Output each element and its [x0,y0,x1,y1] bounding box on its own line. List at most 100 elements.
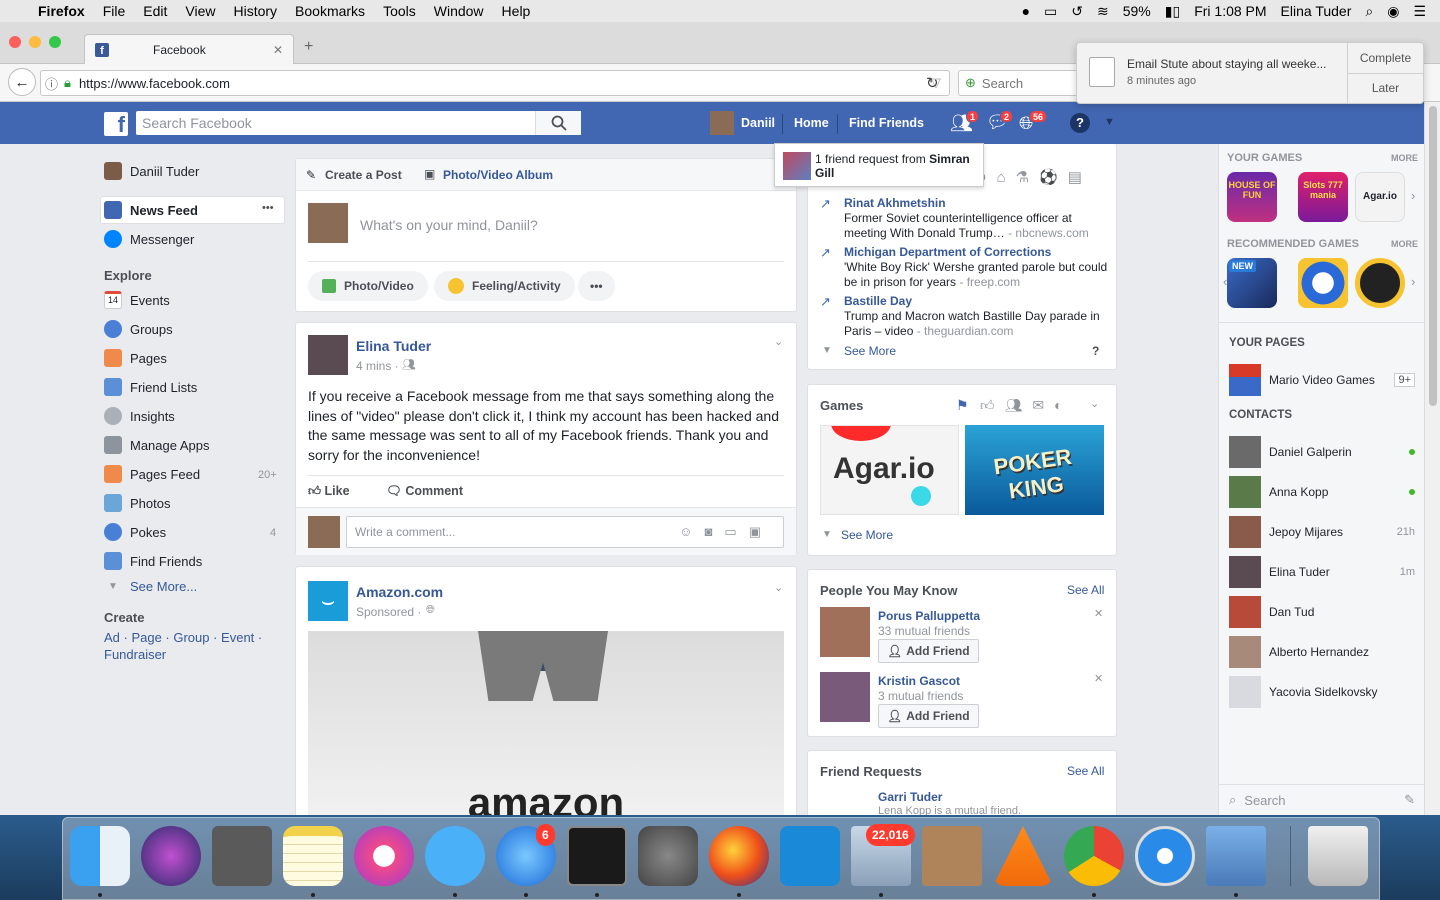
games-chevron-icon[interactable]: ⌄ [1090,397,1099,410]
menu-window[interactable]: Window [434,3,484,19]
pages-feed-label[interactable]: Pages Feed [130,467,200,482]
menu-file[interactable]: File [103,3,126,19]
preview-icon[interactable] [1206,826,1266,886]
pymk-see-all[interactable]: See All [1067,583,1104,597]
left-nav-pages[interactable]: Pages [104,349,167,367]
menu-bookmarks[interactable]: Bookmarks [295,3,365,19]
sponsored-author[interactable]: Amazon.com [356,584,443,600]
ad-image[interactable]: amazon [308,631,784,815]
create-links[interactable]: Ad · Page · Group · Event · [104,630,262,645]
url-bar[interactable]: ⓘ 🔒︎ https://www.facebook.com ▽ [40,70,950,96]
menu-app-name[interactable]: Firefox [38,3,85,19]
left-nav-messenger[interactable]: Messenger [104,230,194,248]
chat-search-input[interactable]: ⌕ Search ✎ [1219,784,1425,815]
contact-item[interactable]: Jepoy Mijares 21h [1229,516,1415,548]
poker-king-game-tile[interactable]: POKER KING [965,425,1104,515]
search-icon[interactable] [535,111,581,135]
avatar[interactable] [820,672,870,722]
left-nav-photos[interactable]: Photos [104,494,170,512]
menu-tools[interactable]: Tools [383,3,416,19]
create-fundraiser-link[interactable]: Fundraiser [104,647,166,662]
airplay-icon[interactable]: ▭ [1044,3,1057,20]
post-time[interactable]: 4 mins · [356,359,399,373]
post-options-chevron-icon[interactable]: ⌄ [774,581,783,594]
friend-request-tooltip[interactable]: 1 friend request from Simran Gill [774,143,984,187]
photo-album-tab[interactable]: Photo/Video Album [443,168,553,182]
system-preferences-icon[interactable] [638,826,698,886]
amazon-logo-icon[interactable]: ⌣ [308,581,348,621]
notification-complete-button[interactable]: Complete [1348,43,1423,74]
photos-label[interactable]: Photos [130,496,170,511]
notification-center-icon[interactable]: ☰ [1413,3,1426,20]
trash-icon[interactable] [1308,826,1368,886]
menu-help[interactable]: Help [502,3,531,19]
left-nav-groups[interactable]: Groups [104,320,173,338]
find-friends-label[interactable]: Find Friends [130,554,202,569]
games-see-more[interactable]: See More [841,528,893,542]
news-feed-more-icon[interactable]: ••• [262,202,274,214]
create-post-tab[interactable]: Create a Post [325,168,402,182]
contact-item[interactable]: Anna Kopp [1229,476,1415,508]
calculator-icon[interactable] [212,826,272,886]
scrollbar-thumb[interactable] [1429,106,1437,406]
add-friend-button[interactable]: 👤︎ Add Friend [878,704,979,728]
contact-item[interactable]: Daniel Galperin [1229,436,1415,468]
comment-attach-icons[interactable]: ☺◙▭▣ [679,524,773,540]
photo-video-button[interactable]: Photo/Video [308,271,428,301]
messenger-label[interactable]: Messenger [130,232,194,247]
siri-icon[interactable]: ◉ [1387,3,1399,20]
window-zoom-button[interactable] [49,36,61,48]
menubar-clock[interactable]: Fri 1:08 PM [1194,3,1266,19]
window-minimize-button[interactable] [29,36,41,48]
avatar[interactable] [308,335,348,375]
pymk-mutual[interactable]: 3 mutual friends [878,689,963,703]
left-nav-insights[interactable]: Insights [104,407,175,425]
tab-close-icon[interactable]: ✕ [273,43,283,57]
header-profile-link[interactable]: Daniil [741,116,775,130]
feeling-activity-button[interactable]: Feeling/Activity [434,271,575,301]
pymk-mutual[interactable]: 33 mutual friends [878,624,970,638]
comment-button[interactable]: 🗨︎ Comment [386,484,463,499]
dismiss-icon[interactable]: ✕ [1094,672,1103,685]
reminder-notification[interactable]: Email Stute about staying all weeke... 8… [1076,42,1424,104]
menu-edit[interactable]: Edit [143,3,167,19]
firefox-icon[interactable] [709,826,769,886]
dismiss-icon[interactable]: ✕ [1094,607,1103,620]
left-nav-find-friends[interactable]: Find Friends [104,552,202,570]
time-machine-icon[interactable]: ↺ [1071,3,1083,20]
your-games-more-link[interactable]: MORE [1391,153,1418,163]
word-icon[interactable] [780,826,840,886]
insights-label[interactable]: Insights [130,409,175,424]
chevron-right-icon[interactable]: › [1411,274,1415,289]
notes-icon[interactable] [283,826,343,886]
see-more-label[interactable]: See More... [130,579,197,594]
trending-category-icons[interactable]: ⊙⌂⚗⚽▤ [974,168,1092,186]
menu-history[interactable]: History [233,3,277,19]
compose-icon[interactable]: ✎ [1404,792,1415,808]
events-label[interactable]: Events [130,293,170,308]
account-menu-chevron-icon[interactable]: ▼ [1104,116,1115,128]
friend-lists-label[interactable]: Friend Lists [130,380,197,395]
left-nav-events[interactable]: 14 Events [104,291,170,309]
new-tab-icon[interactable]: + [304,38,313,56]
page-item-mario[interactable]: Mario Video Games 9+ [1229,364,1415,396]
trending-title[interactable]: Rinat Akhmetshin [844,196,946,210]
manage-apps-label[interactable]: Manage Apps [130,438,210,453]
menu-view[interactable]: View [185,3,215,19]
post-author[interactable]: Elina Tuder [356,338,431,354]
comment-input[interactable]: Write a comment... ☺◙▭▣ [346,516,784,548]
page-scrollbar[interactable] [1424,102,1440,815]
contacts-icon[interactable] [922,826,982,886]
contact-item[interactable]: Dan Tud [1229,596,1415,628]
request-name[interactable]: Garri Tuder [878,790,942,804]
like-button[interactable]: 👍︎ Like [308,484,350,499]
agar-io-game-icon[interactable]: Agar.io [1355,172,1405,222]
house-of-fun-game-icon[interactable]: HOUSE OF FUN [1227,172,1277,222]
pokes-label[interactable]: Pokes [130,525,166,540]
eight-ball-pool-game-icon[interactable] [1298,258,1348,308]
left-nav-profile[interactable]: Daniil Tuder [104,162,199,180]
left-nav-news-feed[interactable]: News Feed [104,201,198,219]
messages-app-icon[interactable] [425,826,485,886]
reload-icon[interactable]: ↻ [926,74,939,92]
pymk-name[interactable]: Porus Palluppetta [878,609,980,623]
